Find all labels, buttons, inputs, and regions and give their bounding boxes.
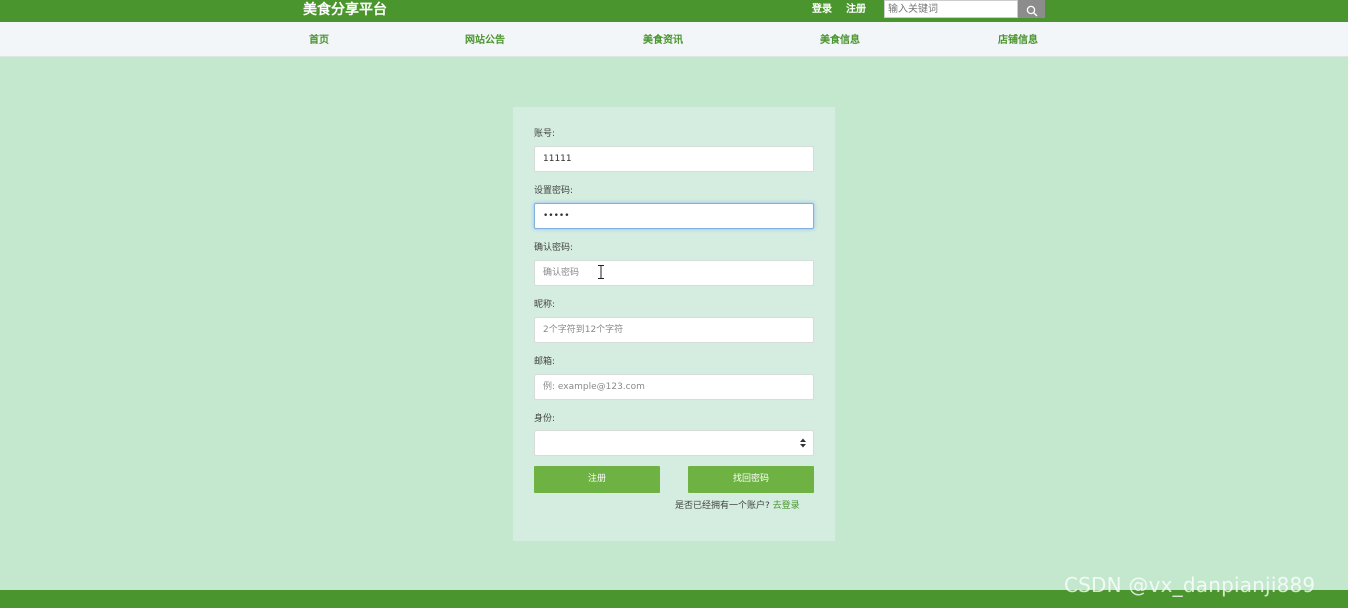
nav-item-food-info[interactable]: 美食信息 (810, 35, 870, 47)
csdn-watermark: CSDN @vx_danpianji889 (1064, 573, 1316, 597)
nav-item-announcements[interactable]: 网站公告 (455, 35, 515, 47)
text-cursor-icon (598, 265, 604, 279)
identity-select[interactable] (534, 430, 814, 456)
recover-password-button[interactable]: 找回密码 (688, 466, 814, 493)
nickname-input[interactable] (534, 317, 814, 343)
search-button[interactable] (1018, 0, 1045, 18)
nickname-label: 昵称: (534, 300, 556, 310)
email-label: 邮箱: (534, 357, 556, 367)
confirm-password-label: 确认密码: (534, 243, 574, 253)
register-link[interactable]: 注册 (846, 3, 866, 17)
go-login-link[interactable]: 去登录 (773, 501, 800, 511)
nav-item-home[interactable]: 首页 (289, 35, 349, 47)
account-label: 账号: (534, 129, 556, 139)
register-button[interactable]: 注册 (534, 466, 660, 493)
nav-item-shop-info[interactable]: 店铺信息 (988, 35, 1048, 47)
search-icon (1026, 5, 1037, 16)
confirm-password-input[interactable] (534, 260, 814, 286)
main-nav: 首页 网站公告 美食资讯 美食信息 店铺信息 (0, 22, 1348, 57)
identity-label: 身份: (534, 414, 556, 424)
search-input[interactable] (884, 0, 1018, 18)
password-label: 设置密码: (534, 186, 574, 196)
login-link[interactable]: 登录 (812, 3, 832, 17)
nav-item-food-news[interactable]: 美食资讯 (633, 35, 693, 47)
login-hint: 是否已经拥有一个账户? 去登录 (675, 500, 800, 512)
password-input[interactable] (534, 203, 814, 229)
email-input[interactable] (534, 374, 814, 400)
login-hint-text: 是否已经拥有一个账户? (675, 501, 770, 511)
site-brand[interactable]: 美食分享平台 (303, 1, 387, 19)
top-bar: 美食分享平台 登录 注册 (0, 0, 1348, 22)
register-form-panel: 账号: 设置密码: 确认密码: 昵称: 邮箱: 身份: 注册 找回密码 是否已经… (513, 107, 835, 541)
account-input[interactable] (534, 146, 814, 172)
select-arrows-icon (800, 438, 806, 448)
